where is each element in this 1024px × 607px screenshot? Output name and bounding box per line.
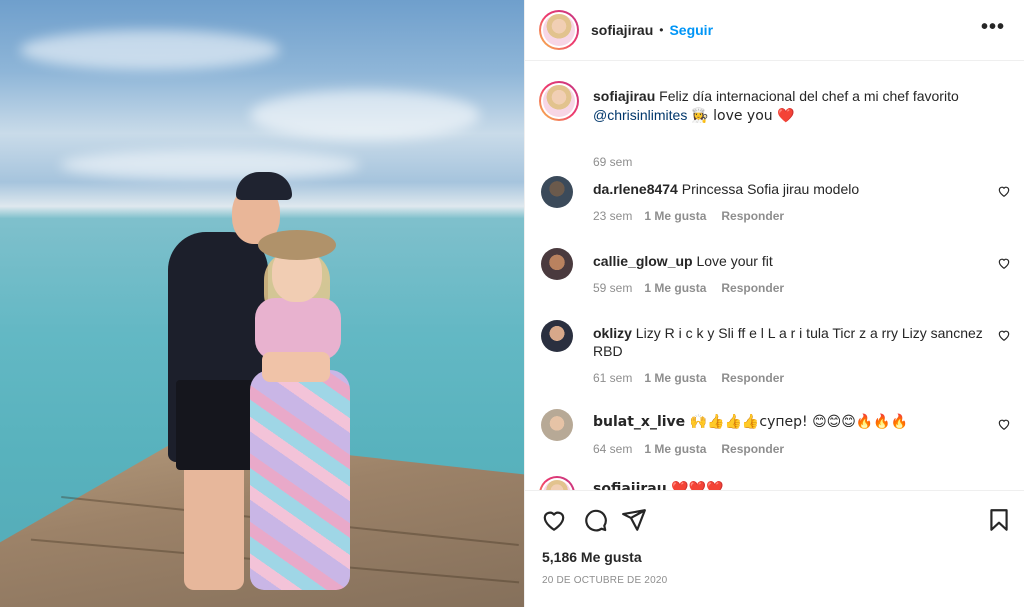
avatar-inner bbox=[541, 478, 573, 490]
comment-username[interactable]: oklizy bbox=[593, 325, 632, 341]
photo-person bbox=[184, 460, 244, 590]
follow-button[interactable]: Seguir bbox=[669, 22, 713, 38]
photo-cloud bbox=[20, 30, 280, 70]
comment-meta: 23 sem 1 Me gusta Responder bbox=[593, 209, 784, 223]
caption-time[interactable]: 69 sem bbox=[593, 155, 632, 169]
post-username[interactable]: sofiajirau bbox=[591, 22, 653, 38]
comment-time[interactable]: 59 sem bbox=[593, 281, 632, 295]
comment-meta: 59 sem 1 Me gusta Responder bbox=[593, 281, 784, 295]
avatar[interactable] bbox=[539, 10, 579, 50]
comments-list[interactable]: sofiajirau Feliz día internacional del c… bbox=[525, 62, 1024, 490]
comment-likes[interactable]: 1 Me gusta bbox=[644, 281, 706, 295]
comment-body: Princessa Sofia jirau modelo bbox=[681, 181, 860, 197]
comment-text: bulat_x_live 🙌👍👍👍супер! 😊😊😊🔥🔥🔥 bbox=[593, 413, 983, 431]
photo-cloud bbox=[60, 150, 360, 180]
caption-text: sofiajirau Feliz día internacional del c… bbox=[593, 87, 993, 126]
photo-person bbox=[250, 370, 350, 590]
commenter-avatar[interactable] bbox=[541, 248, 573, 280]
comment-username[interactable]: da.rlene8474 bbox=[593, 181, 678, 197]
post-photo[interactable] bbox=[0, 0, 524, 607]
comment-text: callie_glow_up Love your fit bbox=[593, 252, 983, 270]
caption-username[interactable]: sofiajirau bbox=[593, 88, 655, 104]
comment-likes[interactable]: 1 Me gusta bbox=[644, 442, 706, 456]
more-options-icon[interactable]: ••• bbox=[981, 16, 1005, 39]
comment-meta: 61 sem 1 Me gusta Responder bbox=[593, 371, 784, 385]
photo-person bbox=[255, 298, 341, 360]
caption-mention[interactable]: @chrisinlimites bbox=[593, 107, 687, 123]
avatar-image bbox=[543, 480, 571, 490]
heart-icon[interactable] bbox=[541, 507, 567, 533]
post-actions: 5,186 Me gusta 20 DE OCTUBRE DE 2020 bbox=[525, 490, 1024, 607]
comment-username[interactable]: bulat_x_live bbox=[593, 414, 685, 430]
comment-meta: 64 sem 1 Me gusta Responder bbox=[593, 442, 784, 456]
comment-text: da.rlene8474 Princessa Sofia jirau model… bbox=[593, 180, 983, 198]
commenter-avatar[interactable] bbox=[541, 176, 573, 208]
reply-button[interactable]: Responder bbox=[721, 281, 784, 295]
avatar-inner bbox=[541, 12, 577, 48]
comment-time[interactable]: 64 sem bbox=[593, 442, 632, 456]
comment-icon[interactable] bbox=[582, 507, 608, 533]
comment-time[interactable]: 23 sem bbox=[593, 209, 632, 223]
avatar-image bbox=[543, 14, 575, 46]
comment-username[interactable]: sofiajirau bbox=[593, 481, 667, 490]
commenter-avatar[interactable] bbox=[539, 476, 575, 490]
comment-body: Love your fit bbox=[696, 253, 773, 269]
comment-like-heart-icon[interactable] bbox=[997, 328, 1011, 342]
caption-tail: 👩‍🍳 love you ❤️ bbox=[691, 108, 795, 124]
comment-body: 🙌👍👍👍супер! 😊😊😊🔥🔥🔥 bbox=[689, 414, 909, 430]
reply-button[interactable]: Responder bbox=[721, 209, 784, 223]
comment-like-heart-icon[interactable] bbox=[997, 417, 1011, 431]
comment-body: ❤️❤️❤️ bbox=[671, 481, 724, 490]
post-header: sofiajirau • Seguir ••• bbox=[525, 0, 1024, 61]
comment-text: oklizy Lizy R i c k y Sli ff e l L a r i… bbox=[593, 324, 983, 360]
avatar-inner bbox=[541, 83, 577, 119]
photo-person bbox=[176, 380, 256, 470]
post-panel: sofiajirau • Seguir ••• sofiajirau Feliz… bbox=[524, 0, 1024, 607]
reply-button[interactable]: Responder bbox=[721, 371, 784, 385]
photo-person bbox=[258, 230, 336, 260]
bookmark-icon[interactable] bbox=[986, 507, 1012, 533]
photo-cloud bbox=[250, 90, 480, 140]
comment-likes[interactable]: 1 Me gusta bbox=[644, 371, 706, 385]
share-icon[interactable] bbox=[621, 507, 647, 533]
caption-body: Feliz día internacional del chef a mi ch… bbox=[659, 88, 959, 104]
avatar-image bbox=[543, 85, 575, 117]
comment-body: Lizy R i c k y Sli ff e l L a r i tula T… bbox=[593, 325, 983, 359]
post-date[interactable]: 20 DE OCTUBRE DE 2020 bbox=[542, 575, 667, 586]
reply-button[interactable]: Responder bbox=[721, 442, 784, 456]
comment-like-heart-icon[interactable] bbox=[997, 256, 1011, 270]
comment-username[interactable]: callie_glow_up bbox=[593, 253, 693, 269]
commenter-avatar[interactable] bbox=[541, 320, 573, 352]
photo-person bbox=[262, 352, 330, 382]
likes-count[interactable]: 5,186 Me gusta bbox=[542, 549, 642, 565]
comment-time[interactable]: 61 sem bbox=[593, 371, 632, 385]
comment-text: sofiajirau ❤️❤️❤️ bbox=[593, 480, 983, 490]
header-separator: • bbox=[659, 23, 664, 37]
comment-like-heart-icon[interactable] bbox=[997, 184, 1011, 198]
caption-avatar[interactable] bbox=[539, 81, 579, 121]
commenter-avatar[interactable] bbox=[541, 409, 573, 441]
comment-likes[interactable]: 1 Me gusta bbox=[644, 209, 706, 223]
